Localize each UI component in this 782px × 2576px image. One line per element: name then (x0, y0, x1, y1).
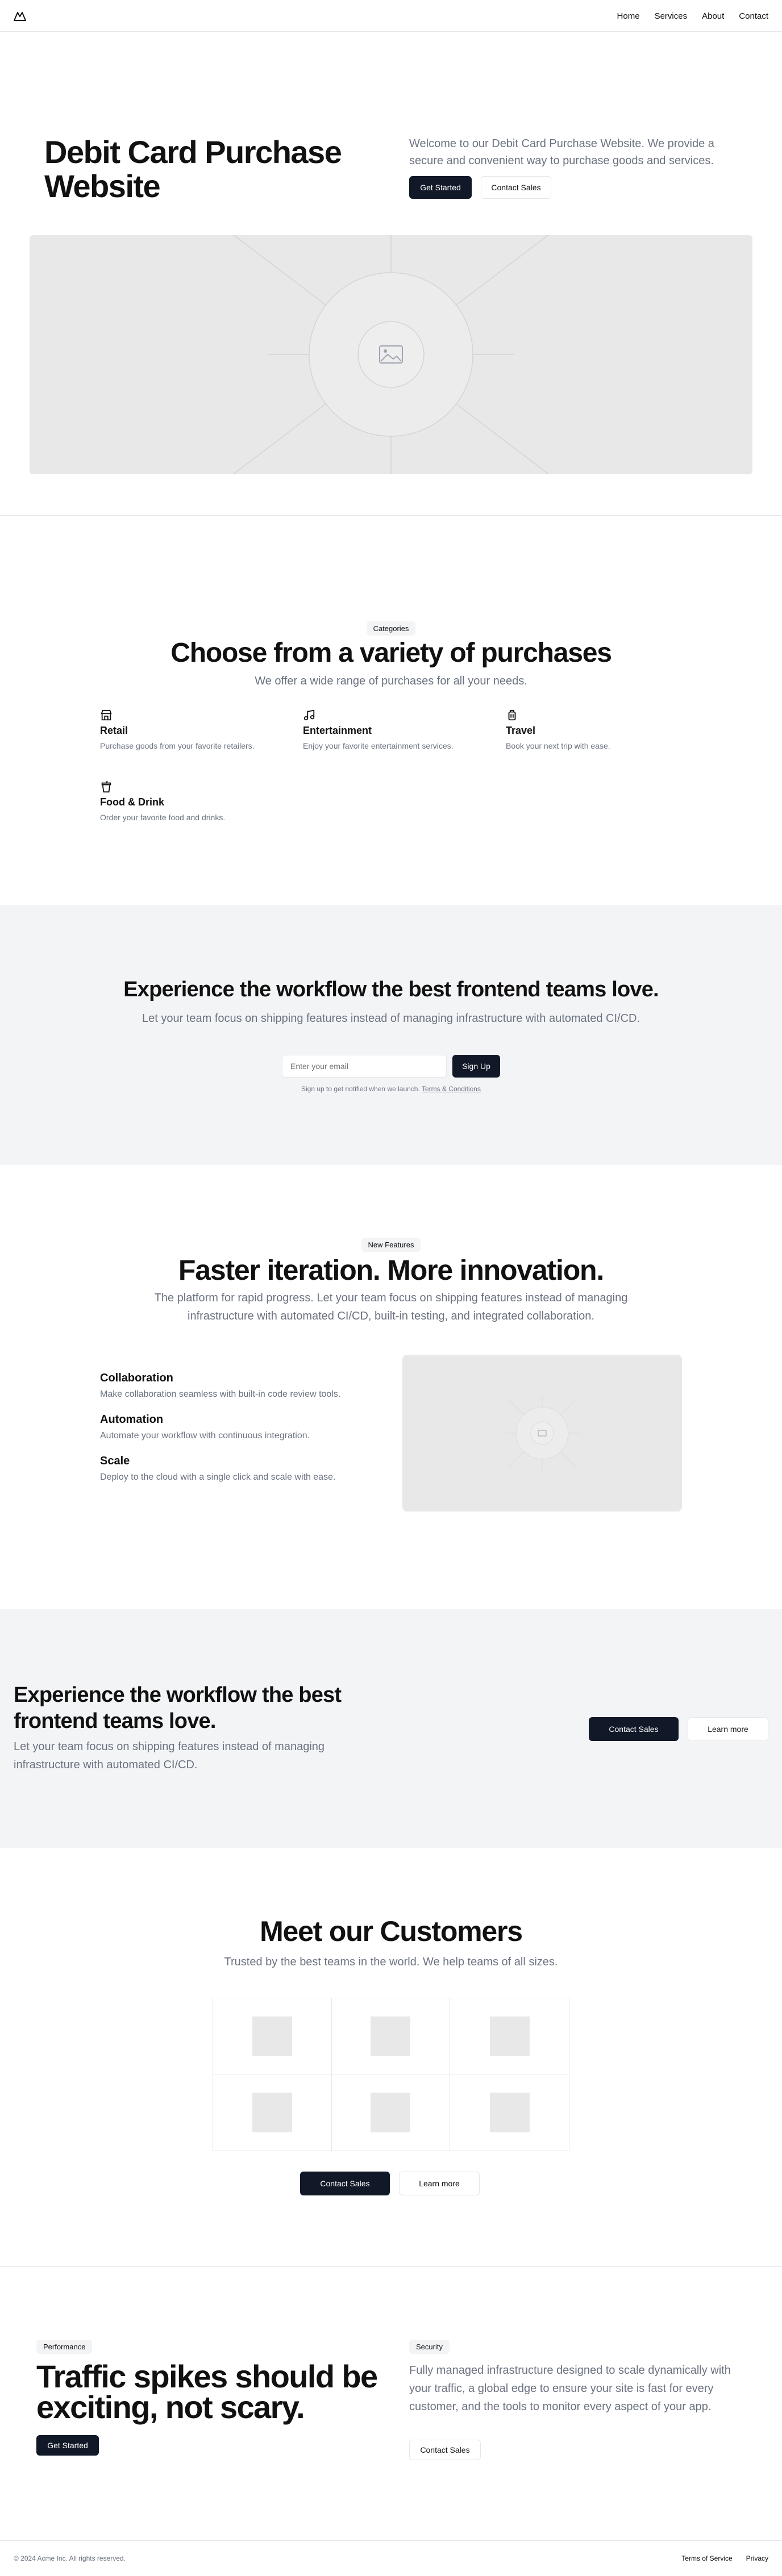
signup-note: Sign up to get notified when we launch. … (0, 1085, 782, 1093)
category-entertainment: Entertainment Enjoy your favorite entert… (303, 709, 496, 750)
hero-description: Welcome to our Debit Card Purchase Websi… (409, 137, 714, 167)
traffic-description: Fully managed infrastructure designed to… (409, 2364, 731, 2413)
hero-section: Debit Card Purchase Website Welcome to o… (0, 32, 782, 516)
customers-subtitle: Trusted by the best teams in the world. … (224, 1956, 558, 1968)
feature-title: Scale (100, 1455, 130, 1467)
feature-description: Deploy to the cloud with a single click … (100, 1472, 336, 1482)
customers-actions: Contact Sales Learn more (300, 2172, 480, 2195)
contact-sales-button[interactable]: Contact Sales (300, 2172, 390, 2195)
category-description: Order your favorite food and drinks. (100, 813, 226, 822)
feature-scale: Scale Deploy to the cloud with a single … (100, 1455, 407, 1483)
hero-title: Debit Card Purchase Website (44, 134, 342, 204)
luggage-icon (508, 709, 516, 721)
categories-title: Choose from a variety of purchases (170, 638, 612, 668)
customer-logo-cell (450, 2074, 569, 2151)
nav-services-link[interactable]: Services (655, 11, 688, 21)
get-started-button[interactable]: Get Started (36, 2435, 99, 2456)
customer-logo-cell (450, 1998, 569, 2074)
categories-badge: Categories (366, 621, 416, 636)
site-header: Home Services About Contact (0, 0, 782, 32)
store-icon (101, 709, 112, 721)
feature-collaboration: Collaboration Make collaboration seamles… (100, 1372, 407, 1400)
category-description: Purchase goods from your favorite retail… (100, 741, 255, 750)
signup-cta-title: Experience the workflow the best fronten… (123, 978, 659, 1001)
security-badge: Security (409, 2340, 450, 2354)
site-footer: © 2024 Acme Inc. All rights reserved. Te… (0, 2540, 782, 2576)
image-placeholder-icon (504, 1395, 581, 1472)
signup-cta-section: Experience the workflow the best fronten… (0, 905, 782, 1165)
traffic-section: Performance Traffic spikes should be exc… (0, 2267, 782, 2540)
terms-of-service-link[interactable]: Terms of Service (681, 2554, 732, 2562)
nav-about-link[interactable]: About (702, 11, 724, 21)
customer-logo-cell (331, 1998, 451, 2074)
customer-logo-placeholder (371, 2093, 411, 2132)
terms-link[interactable]: Terms & Conditions (422, 1085, 481, 1093)
learn-more-button[interactable]: Learn more (688, 1717, 768, 1741)
contact-cta-actions: Contact Sales Learn more (589, 1717, 768, 1741)
sign-up-button[interactable]: Sign Up (452, 1055, 500, 1078)
customer-logo-cell (213, 1998, 332, 2074)
categories-section: Categories Choose from a variety of purc… (0, 516, 782, 905)
customer-logo-cell (213, 2074, 332, 2151)
traffic-title: Traffic spikes should be exciting, not s… (36, 2358, 378, 2425)
categories-subtitle: We offer a wide range of purchases for a… (255, 675, 527, 687)
features-image-placeholder (402, 1355, 682, 1512)
features-description: The platform for rapid progress. Let you… (154, 1292, 628, 1322)
feature-title: Collaboration (100, 1372, 173, 1384)
customer-logo-grid (213, 1998, 569, 2151)
cup-icon (101, 780, 111, 793)
contact-cta-title: Experience the workflow the best fronten… (14, 1683, 342, 1733)
features-badge: New Features (361, 1238, 421, 1252)
customers-section: Meet our Customers Trusted by the best t… (0, 1848, 782, 2267)
nav-contact-link[interactable]: Contact (739, 11, 768, 21)
category-title: Entertainment (303, 725, 372, 736)
footer-links: Terms of Service Privacy (681, 2554, 768, 2562)
contact-sales-button[interactable]: Contact Sales (409, 2440, 481, 2460)
customer-logo-cell (332, 2074, 451, 2151)
category-food-drink: Food & Drink Order your favorite food an… (100, 780, 293, 822)
signup-note-text: Sign up to get notified when we launch. (301, 1085, 420, 1093)
performance-badge: Performance (36, 2340, 93, 2354)
features-title: Faster iteration. More innovation. (178, 1254, 604, 1286)
copyright-text: © 2024 Acme Inc. All rights reserved. (14, 2554, 126, 2562)
feature-title: Automation (100, 1413, 164, 1426)
features-section: New Features Faster iteration. More inno… (0, 1165, 782, 1609)
feature-description: Automate your workflow with continuous i… (100, 1431, 310, 1441)
music-icon (303, 709, 315, 721)
contact-sales-button[interactable]: Contact Sales (589, 1717, 679, 1741)
customers-title: Meet our Customers (260, 1915, 523, 1947)
hero-image-placeholder (30, 235, 752, 474)
category-title: Travel (506, 725, 536, 736)
customer-logo-placeholder (252, 2093, 292, 2132)
email-input[interactable] (282, 1055, 447, 1078)
features-list: Collaboration Make collaboration seamles… (100, 1372, 407, 1496)
customer-logo-placeholder (252, 2016, 292, 2056)
image-placeholder-icon (232, 235, 550, 474)
category-title: Food & Drink (100, 796, 164, 808)
customer-logo-placeholder (371, 2016, 411, 2056)
customer-logo-placeholder (489, 2093, 530, 2132)
contact-cta-section: Experience the workflow the best fronten… (0, 1609, 782, 1848)
contact-sales-button[interactable]: Contact Sales (481, 176, 551, 199)
customer-logo-placeholder (489, 2016, 530, 2056)
signup-cta-description: Let your team focus on shipping features… (142, 1012, 640, 1025)
category-retail: Retail Purchase goods from your favorite… (100, 709, 293, 750)
signup-form: Sign Up (282, 1055, 500, 1078)
category-title: Retail (100, 725, 128, 736)
category-travel: Travel Book your next trip with ease. (506, 709, 699, 750)
feature-description: Make collaboration seamless with built-i… (100, 1389, 341, 1399)
feature-automation: Automation Automate your workflow with c… (100, 1413, 407, 1441)
learn-more-button[interactable]: Learn more (399, 2172, 480, 2195)
acme-mountain-icon[interactable] (13, 9, 27, 23)
get-started-button[interactable]: Get Started (409, 176, 472, 199)
main-nav: Home Services About Contact (617, 0, 768, 32)
privacy-link[interactable]: Privacy (746, 2554, 768, 2562)
category-description: Enjoy your favorite entertainment servic… (303, 741, 454, 750)
contact-cta-description: Let your team focus on shipping features… (14, 1740, 325, 1771)
hero-actions: Get Started Contact Sales (409, 176, 551, 199)
category-description: Book your next trip with ease. (506, 741, 610, 750)
nav-home-link[interactable]: Home (617, 11, 640, 21)
